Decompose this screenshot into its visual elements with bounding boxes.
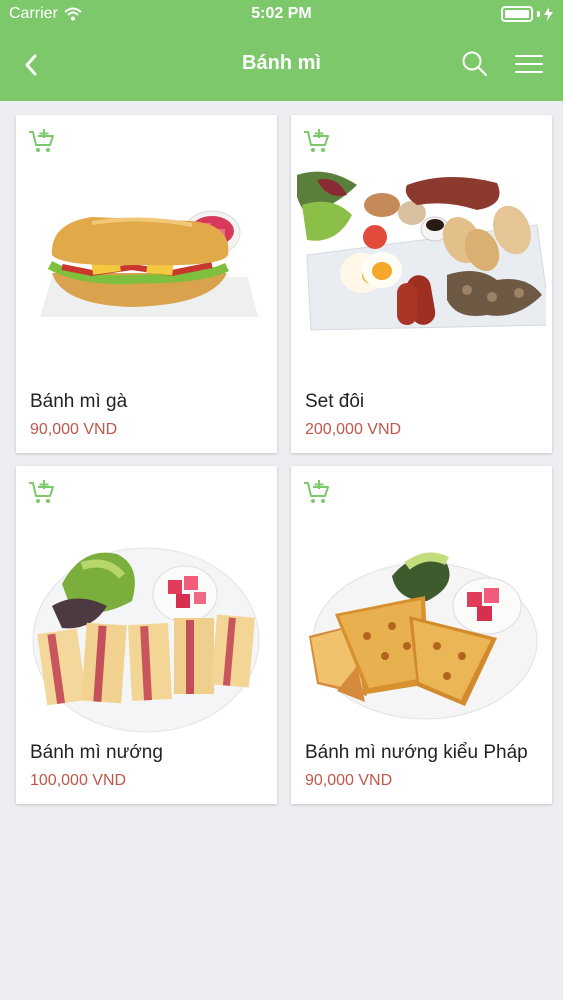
product-image[interactable] xyxy=(22,155,271,385)
status-bar: Carrier 5:02 PM xyxy=(0,0,563,30)
chevron-left-icon xyxy=(25,54,37,76)
product-name[interactable]: Set đôi xyxy=(305,391,364,413)
product-card[interactable]: Bánh mì nướng 100,000 VND xyxy=(16,466,277,804)
product-price: 90,000 VND xyxy=(30,421,118,438)
add-to-cart-icon[interactable] xyxy=(303,480,331,506)
product-name[interactable]: Bánh mì nướng xyxy=(30,742,163,764)
back-button[interactable] xyxy=(14,48,48,82)
product-image[interactable] xyxy=(297,155,546,385)
product-name[interactable]: Bánh mì nướng kiểu Pháp xyxy=(305,742,528,764)
battery-icon xyxy=(501,6,553,22)
top-bar: Carrier 5:02 PM Bánh mì xyxy=(0,0,563,101)
status-time: 5:02 PM xyxy=(251,5,312,22)
search-button[interactable] xyxy=(458,47,492,81)
product-card[interactable]: Bánh mì nướng kiểu Pháp 90,000 VND xyxy=(291,466,552,804)
charging-bolt-icon xyxy=(544,7,553,21)
product-image[interactable] xyxy=(22,506,271,736)
add-to-cart-icon[interactable] xyxy=(303,129,331,155)
hamburger-menu-icon xyxy=(515,55,543,73)
product-image[interactable] xyxy=(297,506,546,736)
product-price: 200,000 VND xyxy=(305,421,402,438)
product-price: 100,000 VND xyxy=(30,772,127,789)
product-price: 90,000 VND xyxy=(305,772,393,789)
search-icon xyxy=(462,51,488,77)
add-to-cart-icon[interactable] xyxy=(28,129,56,155)
add-to-cart-icon[interactable] xyxy=(28,480,56,506)
product-card[interactable]: Bánh mì gà 90,000 VND xyxy=(16,115,277,453)
product-card[interactable]: Set đôi 200,000 VND xyxy=(291,115,552,453)
menu-button[interactable] xyxy=(512,47,546,81)
product-name[interactable]: Bánh mì gà xyxy=(30,391,127,413)
navigation-bar: Bánh mì xyxy=(0,30,563,101)
